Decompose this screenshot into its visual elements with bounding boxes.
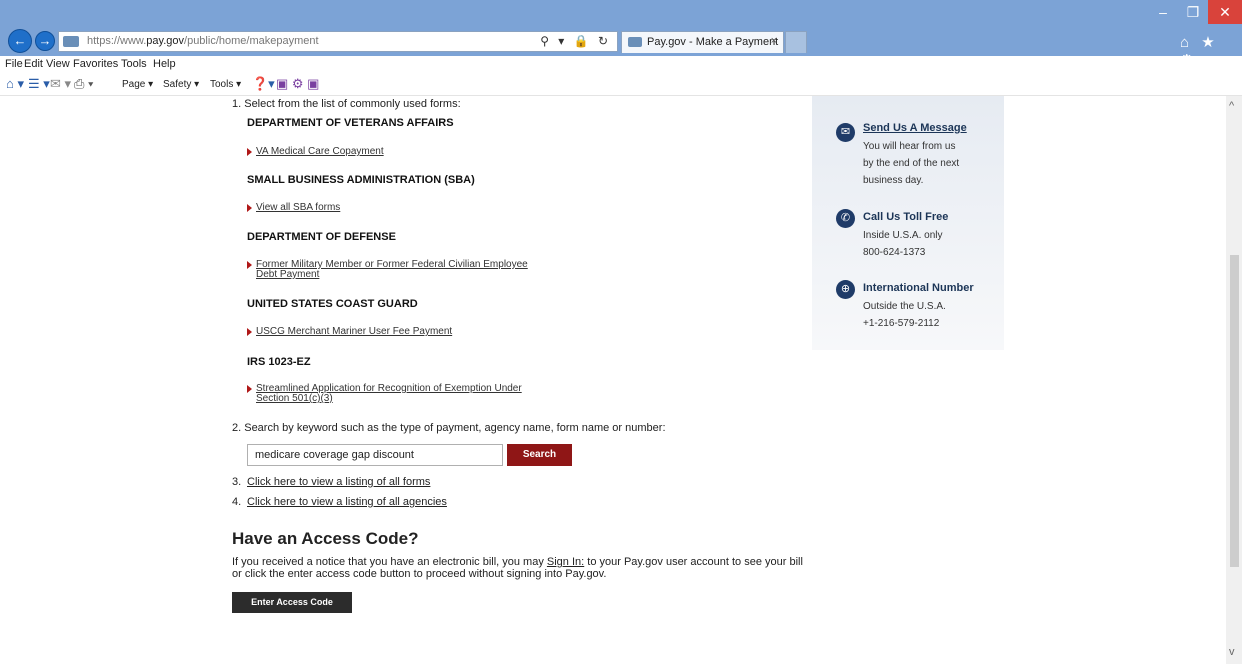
menu-view[interactable]: View [46,58,70,70]
arrow-icon [247,148,252,156]
menu-help[interactable]: Help [153,58,176,70]
tab-close-icon[interactable]: × [771,35,777,47]
form-link-irs[interactable]: Streamlined Application for Recognition … [256,384,546,404]
all-forms-link[interactable]: Click here to view a listing of all form… [247,476,430,488]
menu-edit[interactable]: Edit [24,58,43,70]
maximize-button[interactable]: ❐ [1178,0,1208,24]
step-1-label: 1. Select from the list of commonly used… [232,98,461,110]
search-button[interactable]: Search [507,444,572,466]
home-icon[interactable]: ⌂ ▾ [6,76,24,92]
help-icon[interactable]: ❓▾ [252,76,275,92]
agency-heading: IRS 1023-EZ [247,356,311,368]
forward-button[interactable]: → [35,31,55,51]
page-content: 1. Select from the list of commonly used… [0,96,1226,664]
access-code-heading: Have an Access Code? [232,529,419,548]
all-agencies-link[interactable]: Click here to view a listing of all agen… [247,496,447,508]
sidebar-text: You will hear from us [863,141,956,152]
close-window-button[interactable]: ✕ [1208,0,1242,24]
sidebar-text: Inside U.S.A. only [863,230,943,241]
menu-file[interactable]: File [5,58,23,70]
access-code-description: If you received a notice that you have a… [232,556,803,580]
address-tools[interactable]: ⚲ ▾ 🔒 ↻ [540,34,611,48]
phone-icon: ✆ [836,209,855,228]
safety-menu[interactable]: Safety ▾ [163,79,199,90]
form-link-sba[interactable]: View all SBA forms [256,203,546,213]
scroll-down-icon[interactable]: v [1229,646,1235,658]
globe-icon: ⊕ [836,280,855,299]
sidebar-text: by the end of the next [863,158,960,169]
arrow-icon [247,328,252,336]
envelope-icon: ✉ [836,123,855,142]
arrow-icon [247,204,252,212]
step-4-number: 4. [232,496,242,508]
step-3-number: 3. [232,476,242,488]
toll-free-number: 800-624-1373 [863,247,926,258]
form-link-dod[interactable]: Former Military Member or Former Federal… [256,260,546,280]
sidebar-text: business day. [863,175,924,186]
agency-heading: DEPARTMENT OF VETERANS AFFAIRS [247,117,454,129]
international-number: +1-216-579-2112 [863,318,940,329]
print-icon[interactable]: ⎙ ▾ [74,76,93,92]
form-link-uscg[interactable]: USCG Merchant Mariner User Fee Payment [256,327,546,337]
send-message-link[interactable]: Send Us A Message [863,122,967,134]
minimize-button[interactable]: – [1148,0,1178,24]
toll-free-heading: Call Us Toll Free [863,211,949,223]
enter-access-code-button[interactable]: Enter Access Code [232,592,352,613]
menu-favorites[interactable]: Favorites [73,58,118,70]
agency-heading: UNITED STATES COAST GUARD [247,298,418,310]
step-2-label: 2. Search by keyword such as the type of… [232,422,666,434]
back-button[interactable]: ← [8,29,32,53]
tab-title: Pay.gov - Make a Payment [647,36,779,48]
agency-heading: SMALL BUSINESS ADMINISTRATION (SBA) [247,174,475,186]
new-tab-button[interactable] [785,31,807,53]
browser-title-bar: ← → https://www.pay.gov/public/home/make… [0,0,1242,69]
browser-window: ← → https://www.pay.gov/public/home/make… [0,0,1242,664]
tools-menu[interactable]: Tools ▾ [210,79,241,90]
menu-bar: File Edit View Favorites Tools Help [0,56,1242,74]
command-bar: ⌂ ▾ ☰ ▾ ✉ ▾ ⎙ ▾ Page ▾ Safety ▾ Tools ▾ … [0,74,1242,96]
tab-make-a-payment[interactable]: Pay.gov - Make a Payment × [621,31,784,53]
url-text: https://www.pay.gov/public/home/makepaym… [87,35,319,47]
site-favicon-icon [63,36,79,47]
sidebar-text: Outside the U.S.A. [863,301,946,312]
international-heading: International Number [863,282,974,294]
address-bar[interactable]: https://www.pay.gov/public/home/makepaym… [58,31,618,52]
form-link-va[interactable]: VA Medical Care Copayment [256,147,546,157]
feeds-icon[interactable]: ☰ ▾ [28,76,50,92]
contact-sidebar: ✉ Send Us A Message You will hear from u… [812,96,1004,350]
menu-tools[interactable]: Tools [121,58,147,70]
extras-icon[interactable]: ▣ ⚙ ▣ [276,76,319,92]
scroll-up-icon[interactable]: ^ [1229,100,1234,112]
forward-icon: → [38,33,52,48]
arrow-icon [247,385,252,393]
search-input[interactable]: medicare coverage gap discount [247,444,503,466]
scroll-thumb[interactable] [1230,255,1239,567]
agency-heading: DEPARTMENT OF DEFENSE [247,231,396,243]
page-menu[interactable]: Page ▾ [122,79,153,90]
sign-in-link[interactable]: Sign In: [547,556,584,568]
tab-favicon-icon [628,37,642,47]
back-icon: ← [13,33,27,48]
mail-icon[interactable]: ✉ ▾ [50,76,71,92]
arrow-icon [247,261,252,269]
